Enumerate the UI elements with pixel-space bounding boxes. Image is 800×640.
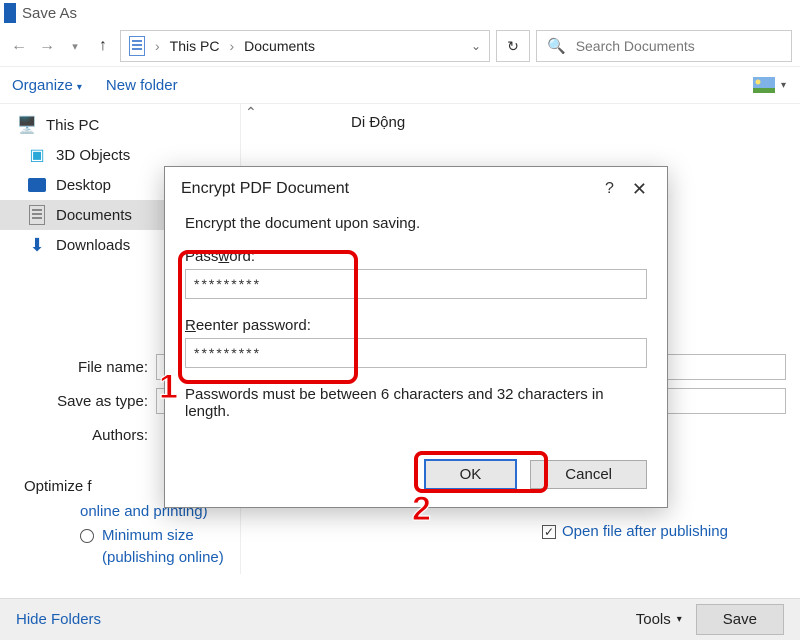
password-label: Password: <box>185 248 647 265</box>
location-icon <box>129 36 145 56</box>
chevron-right-icon: › <box>229 38 234 54</box>
breadcrumb[interactable]: › This PC › Documents ⌄ <box>120 30 490 62</box>
sidebar-label: Desktop <box>56 177 111 194</box>
nav-up-button[interactable]: ↑ <box>92 35 114 57</box>
document-icon <box>29 205 45 225</box>
search-icon: 🔍 <box>547 37 566 55</box>
sidebar-label: Documents <box>56 207 132 224</box>
pc-icon: 🖥️ <box>18 116 36 134</box>
encrypt-pdf-dialog: Encrypt PDF Document ? ✕ Encrypt the doc… <box>164 166 668 508</box>
password-hint: Passwords must be between 6 characters a… <box>185 386 647 420</box>
sidebar-item-this-pc[interactable]: 🖥️ This PC <box>0 110 240 140</box>
sidebar-label: Downloads <box>56 237 130 254</box>
close-button[interactable]: ✕ <box>628 179 651 200</box>
new-folder-button[interactable]: New folder <box>94 77 190 94</box>
dialog-titlebar: Encrypt PDF Document ? ✕ <box>165 167 667 211</box>
sidebar-label: This PC <box>46 117 99 134</box>
password-input[interactable] <box>185 269 647 299</box>
open-after-publishing[interactable]: ✓ Open file after publishing <box>542 523 728 540</box>
sidebar-label: 3D Objects <box>56 147 130 164</box>
chevron-down-icon: ▾ <box>77 82 82 93</box>
dialog-body: Encrypt the document upon saving. Passwo… <box>165 211 667 507</box>
window-title: Save As <box>22 5 77 22</box>
app-icon <box>4 3 16 23</box>
breadcrumb-dropdown-icon[interactable]: ⌄ <box>471 39 481 53</box>
chevron-down-icon: ▾ <box>677 614 682 625</box>
search-placeholder: Search Documents <box>576 38 695 54</box>
title-bar: Save As <box>0 0 800 26</box>
search-input[interactable]: 🔍 Search Documents <box>536 30 792 62</box>
scroll-up-icon[interactable]: ⌃ <box>245 104 257 121</box>
file-name-label: File name: <box>24 359 156 376</box>
authors-label: Authors: <box>24 427 156 444</box>
organize-label: Organize <box>12 77 73 94</box>
chevron-right-icon: › <box>155 38 160 54</box>
optimize-minimum-label[interactable]: Minimum size (publishing online) <box>102 525 224 569</box>
crumb-documents[interactable]: Documents <box>244 38 315 54</box>
desktop-icon <box>28 178 46 192</box>
reenter-password-label: Reenter password: <box>185 317 647 334</box>
opt-min-line2: (publishing online) <box>102 549 224 566</box>
dialog-title: Encrypt PDF Document <box>181 180 349 198</box>
open-after-label: Open file after publishing <box>562 523 728 540</box>
refresh-icon: ↻ <box>507 38 519 55</box>
optimize-label: Optimize f <box>24 478 92 495</box>
checkbox-checked-icon[interactable]: ✓ <box>542 525 556 539</box>
organize-menu[interactable]: Organize ▾ <box>0 77 94 94</box>
hide-folders-link[interactable]: Hide Folders <box>16 611 101 628</box>
refresh-button[interactable]: ↻ <box>496 30 530 62</box>
opt-min-line1: Minimum size <box>102 527 194 544</box>
tools-menu[interactable]: Tools ▾ <box>636 611 682 628</box>
cube-icon: ▣ <box>28 146 46 164</box>
save-button[interactable]: Save <box>696 604 784 635</box>
toolbar: Organize ▾ New folder ▾ <box>0 66 800 104</box>
folder-item[interactable]: Di Động <box>351 114 405 131</box>
view-mode-caret[interactable]: ▾ <box>775 80 796 91</box>
address-bar: ← → ▾ ↑ › This PC › Documents ⌄ ↻ 🔍 Sear… <box>0 26 800 66</box>
nav-recent-caret[interactable]: ▾ <box>64 35 86 57</box>
ok-button[interactable]: OK <box>425 460 517 489</box>
save-as-type-label: Save as type: <box>24 393 156 410</box>
help-button[interactable]: ? <box>591 180 628 198</box>
download-icon: ⬇ <box>28 236 46 254</box>
cancel-button[interactable]: Cancel <box>530 460 647 489</box>
dialog-lead-text: Encrypt the document upon saving. <box>185 215 647 232</box>
nav-forward-button: → <box>36 35 58 57</box>
tools-label: Tools <box>636 611 671 628</box>
nav-back-button: ← <box>8 35 30 57</box>
dialog-footer: Hide Folders Tools ▾ Save <box>0 598 800 640</box>
radio-minimum[interactable] <box>80 529 94 543</box>
reenter-password-input[interactable] <box>185 338 647 368</box>
crumb-this-pc[interactable]: This PC <box>170 38 220 54</box>
view-mode-icon[interactable] <box>753 77 775 93</box>
